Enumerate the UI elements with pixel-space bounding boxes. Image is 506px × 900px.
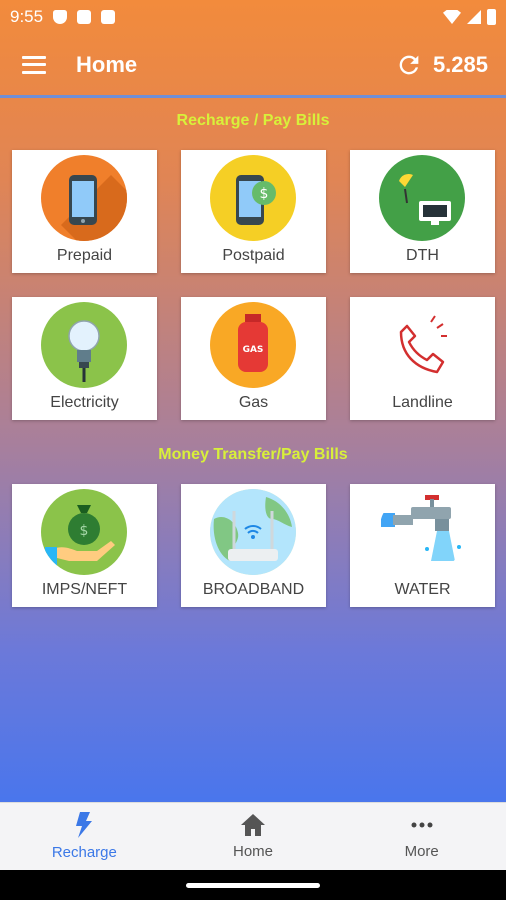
gas-cylinder-icon: GAS	[210, 302, 296, 388]
svg-text:$: $	[260, 186, 269, 202]
section-title-recharge: Recharge / Pay Bills	[176, 112, 330, 129]
money-bag-hand-icon: $	[41, 489, 127, 575]
tile-label: BROADBAND	[202, 581, 305, 598]
home-gesture-handle[interactable]	[186, 883, 320, 888]
nav-recharge[interactable]: Recharge	[0, 803, 169, 870]
mobile-phone-icon	[41, 155, 127, 241]
tile-label: Gas	[238, 394, 269, 411]
tile-electricity[interactable]: Electricity	[12, 297, 157, 420]
more-dots-icon	[411, 822, 433, 828]
nav-home[interactable]: Home	[169, 803, 338, 870]
svg-text:$: $	[80, 523, 89, 539]
sim-card-icon	[77, 10, 92, 24]
telephone-icon	[379, 302, 465, 388]
wallet-balance: 5.285	[432, 51, 488, 77]
tile-label: Postpaid	[222, 247, 285, 264]
tile-landline[interactable]: Landline	[350, 297, 495, 420]
wifi-icon	[443, 10, 461, 24]
tile-broadband[interactable]: BROADBAND	[181, 484, 326, 607]
wifi-router-icon	[210, 489, 296, 575]
tile-label: IMPS/NEFT	[41, 581, 128, 598]
tile-water[interactable]: WATER	[350, 484, 495, 607]
nav-more[interactable]: More	[337, 803, 506, 870]
status-time: 9:55	[10, 7, 44, 26]
bottom-navigation: Recharge Home More	[0, 802, 506, 870]
refresh-icon[interactable]	[395, 51, 423, 79]
water-tap-icon	[379, 489, 465, 575]
tile-imps-neft[interactable]: $ IMPS/NEFT	[12, 484, 157, 607]
signal-icon	[467, 10, 481, 24]
tile-label: Electricity	[50, 394, 119, 411]
mobile-dollar-icon: $	[210, 155, 296, 241]
nav-more-label: More	[404, 843, 439, 860]
tile-label: WATER	[394, 581, 451, 598]
tile-dth[interactable]: DTH	[350, 150, 495, 273]
tile-label: DTH	[406, 247, 439, 264]
satellite-tv-icon	[379, 155, 465, 241]
notification-icon	[101, 10, 116, 24]
section-title-money-transfer: Money Transfer/Pay Bills	[158, 446, 348, 463]
tile-gas[interactable]: GAS Gas	[181, 297, 326, 420]
app-bar: Home 5.285	[0, 34, 506, 98]
tile-prepaid[interactable]: Prepaid	[12, 150, 157, 273]
battery-icon	[487, 9, 496, 25]
shield-icon	[53, 10, 68, 24]
nav-recharge-label: Recharge	[51, 844, 117, 861]
menu-icon[interactable]	[22, 55, 46, 74]
tile-label: Landline	[392, 394, 453, 411]
light-bulb-icon	[41, 302, 127, 388]
home-icon	[241, 814, 265, 836]
page-title: Home	[76, 51, 138, 77]
lightning-icon	[76, 812, 93, 838]
status-bar: 9:55	[0, 0, 506, 34]
gesture-bar	[0, 870, 506, 900]
tile-postpaid[interactable]: $ Postpaid	[181, 150, 326, 273]
tile-label: Prepaid	[56, 247, 113, 264]
nav-home-label: Home	[233, 843, 274, 860]
svg-text:GAS: GAS	[243, 345, 264, 355]
